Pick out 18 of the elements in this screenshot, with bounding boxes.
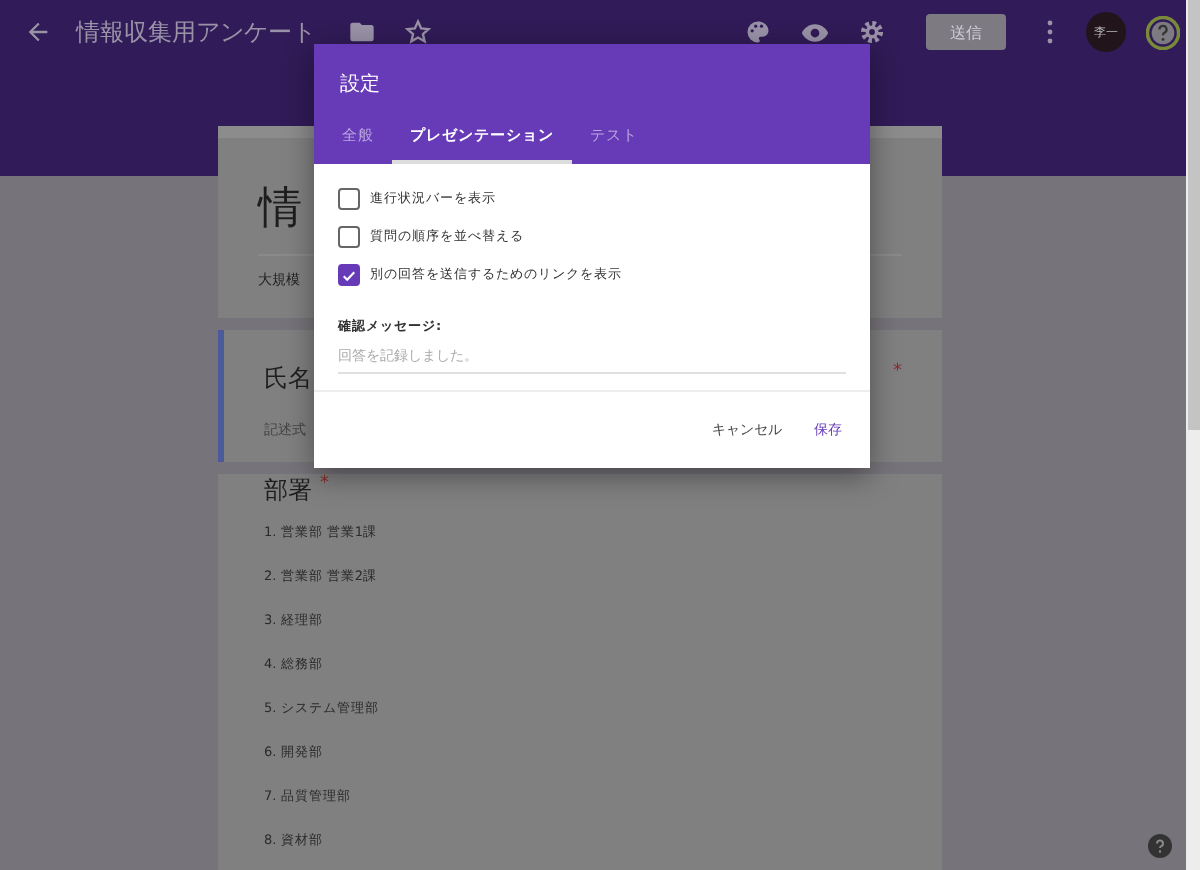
- star-icon[interactable]: [404, 18, 432, 46]
- form-title[interactable]: 情報収集用アンケート: [76, 15, 316, 49]
- checkbox[interactable]: [338, 264, 360, 286]
- more-icon[interactable]: [1046, 20, 1054, 44]
- settings-icon[interactable]: [858, 18, 886, 46]
- checkbox[interactable]: [338, 226, 360, 248]
- back-arrow-icon[interactable]: [24, 18, 52, 46]
- help-icon[interactable]: [1146, 15, 1180, 49]
- folder-icon[interactable]: [348, 18, 376, 46]
- required-mark: *: [320, 474, 329, 494]
- palette-icon[interactable]: [744, 18, 772, 46]
- question-title: 部署: [264, 474, 312, 508]
- dialog-title: 設定: [338, 71, 382, 98]
- checkbox[interactable]: [338, 188, 360, 210]
- scrollbar[interactable]: [1186, 0, 1200, 870]
- required-mark: *: [893, 362, 902, 382]
- question-title: 氏名: [264, 362, 312, 396]
- help-icon[interactable]: [1148, 834, 1172, 858]
